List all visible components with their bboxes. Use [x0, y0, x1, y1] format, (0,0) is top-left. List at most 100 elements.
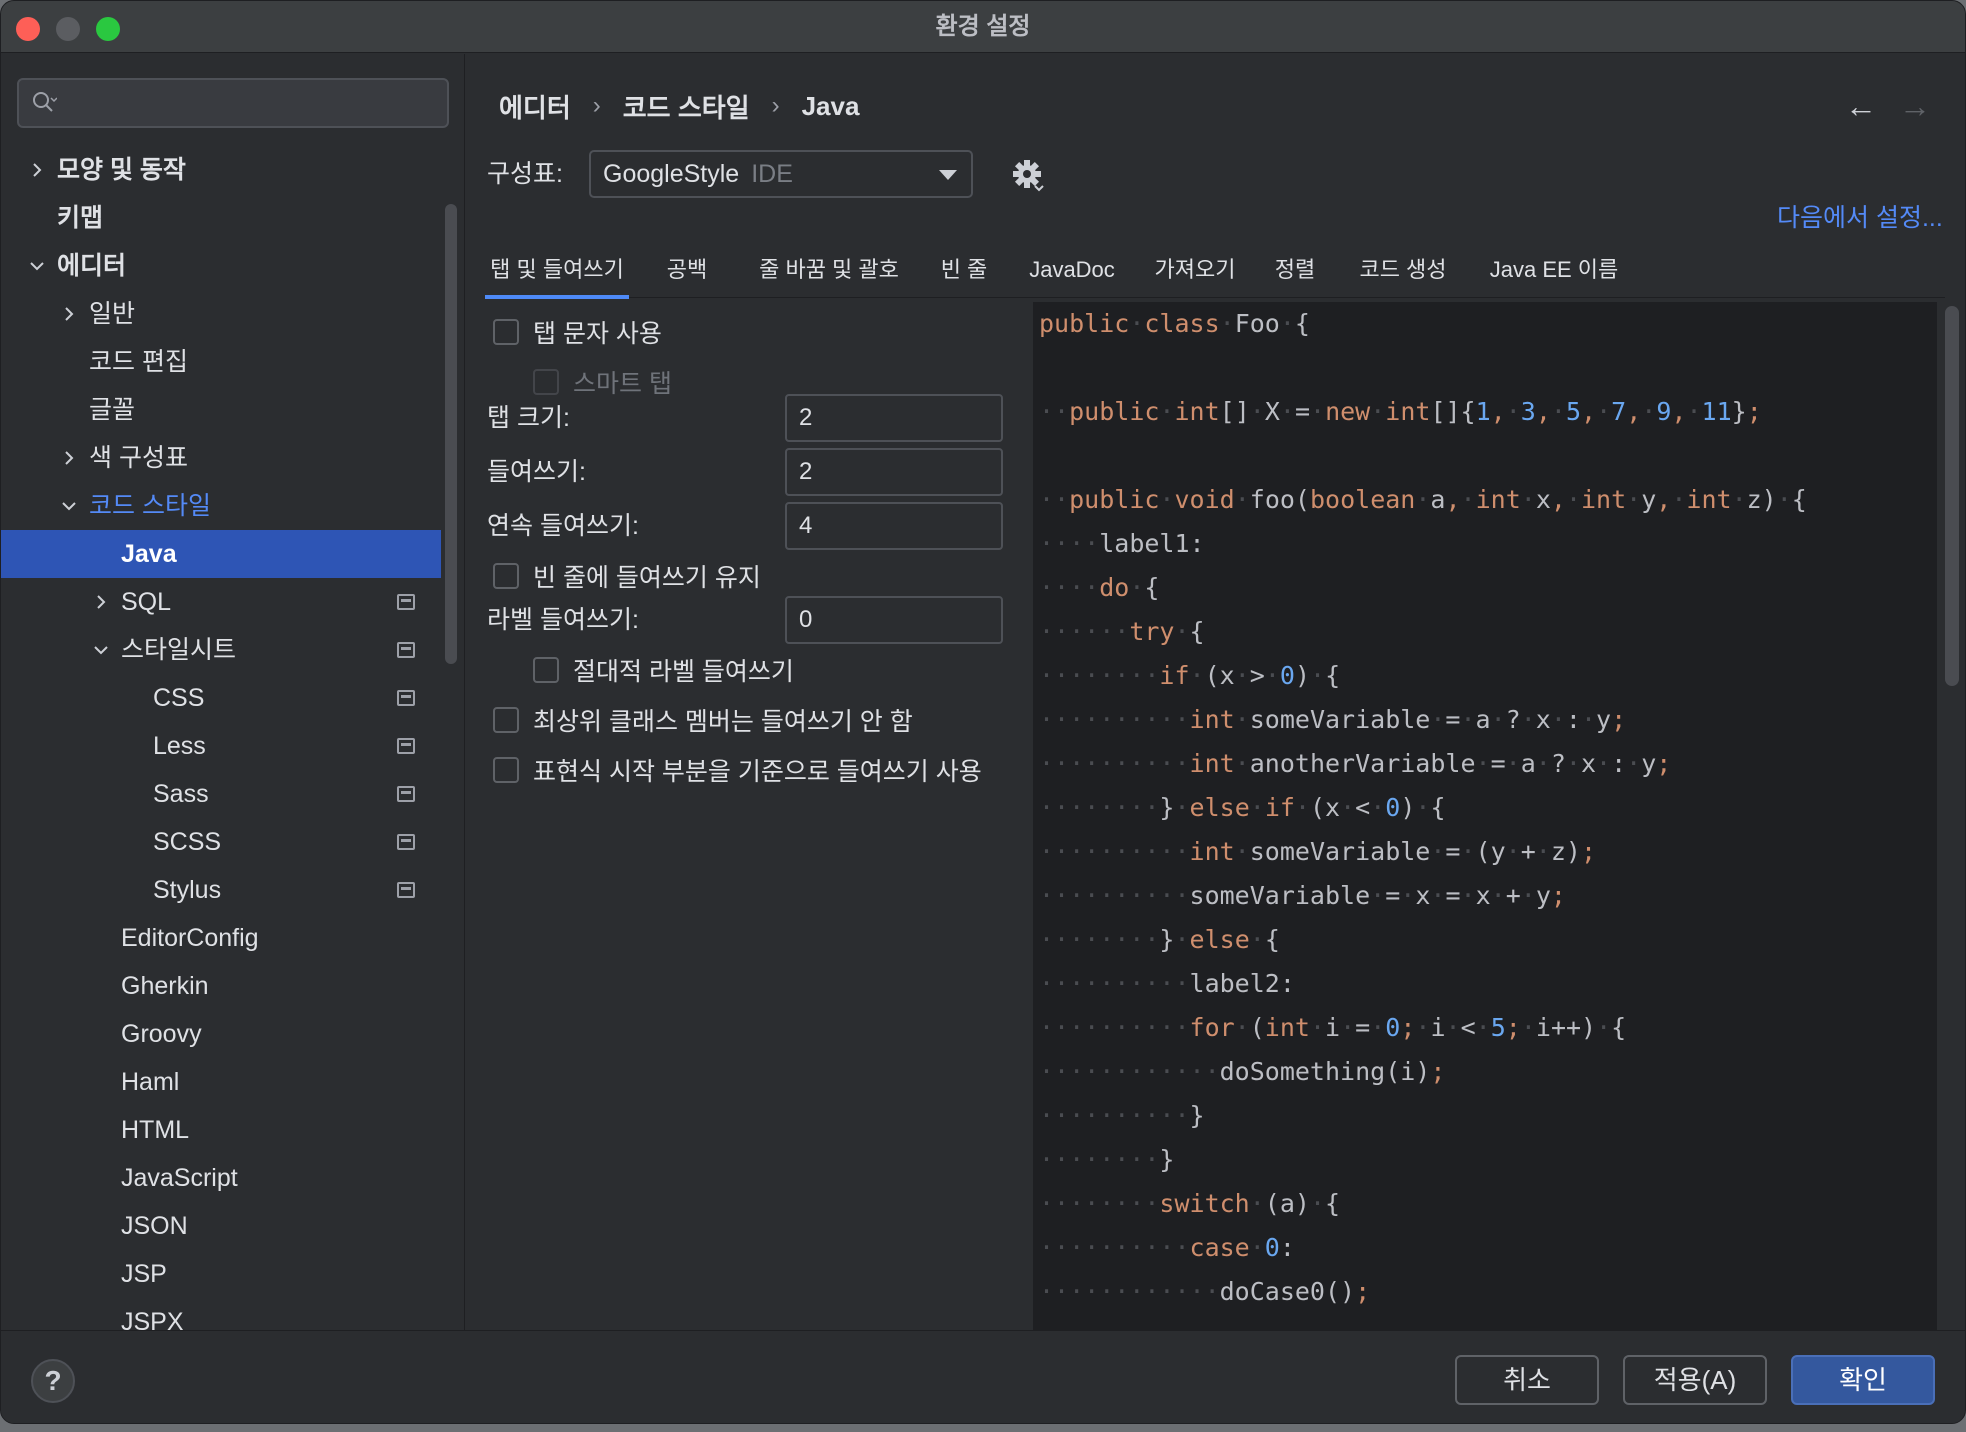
- chevron-right-icon[interactable]: [25, 146, 49, 194]
- sidebar-item-label: JavaScript: [121, 1164, 238, 1192]
- ok-button[interactable]: 확인: [1791, 1355, 1935, 1405]
- sidebar-item-5[interactable]: 글꼴: [1, 386, 441, 434]
- sidebar-item-13[interactable]: Sass: [1, 770, 441, 818]
- sidebar-item-12[interactable]: Less: [1, 722, 441, 770]
- sidebar-item-18[interactable]: Groovy: [1, 1010, 441, 1058]
- sidebar-item-22[interactable]: JSON: [1, 1202, 441, 1250]
- tab-size-input[interactable]: 2: [785, 394, 1003, 442]
- use-tab-checkbox[interactable]: 탭 문자 사용: [493, 314, 662, 350]
- apply-button[interactable]: 적용(A): [1623, 1355, 1767, 1405]
- sidebar-item-24[interactable]: JSPX: [1, 1298, 441, 1330]
- forward-arrow-icon[interactable]: →: [1895, 86, 1935, 126]
- sidebar-item-label: 코드 편집: [89, 348, 188, 376]
- code-line: ······try·{: [1039, 617, 1205, 646]
- checkbox-box: [533, 369, 559, 395]
- settings-search-input[interactable]: [17, 78, 449, 128]
- keep-indent-empty-label: 빈 줄에 들여쓰기 유지: [533, 564, 761, 592]
- continuation-indent-label: 연속 들여쓰기:: [487, 512, 639, 540]
- sidebar-item-19[interactable]: Haml: [1, 1058, 441, 1106]
- sidebar-item-6[interactable]: 색 구성표: [1, 434, 441, 482]
- label-indent-input[interactable]: 0: [785, 596, 1003, 644]
- chevron-right-icon[interactable]: [89, 578, 113, 626]
- indent-input[interactable]: 2: [785, 448, 1003, 496]
- tab-java-ee-names[interactable]: Java EE 이름: [1479, 238, 1629, 298]
- code-line: ··········for·(int·i·=·0;·i·<·5;·i++)·{: [1039, 1013, 1627, 1042]
- sidebar-item-0[interactable]: 모양 및 동작: [1, 146, 441, 194]
- sidebar-item-label: Sass: [153, 780, 209, 808]
- sidebar-item-10[interactable]: 스타일시트: [1, 626, 441, 674]
- breadcrumb: 에디터 › 코드 스타일 › Java: [499, 86, 859, 126]
- settings-tree: 모양 및 동작키맵 에디터일반코드 편집글꼴 색 구성표 코드 스타일 Java SQL 스…: [1, 146, 441, 1330]
- code-preview[interactable]: public·class·Foo·{··public·int[]·X·=·new…: [1033, 302, 1937, 1330]
- checkbox-box: [533, 657, 559, 683]
- absolute-label-indent-label: 절대적 라벨 들여쓰기: [573, 658, 794, 686]
- sidebar-item-20[interactable]: HTML: [1, 1106, 441, 1154]
- sidebar-item-14[interactable]: SCSS: [1, 818, 441, 866]
- gear-icon[interactable]: [1007, 154, 1047, 194]
- chevron-down-icon[interactable]: [89, 626, 113, 674]
- cancel-button[interactable]: 취소: [1455, 1355, 1599, 1405]
- sidebar-item-9[interactable]: SQL: [1, 578, 441, 626]
- project-scope-icon: [397, 690, 415, 706]
- tab-wrapping-braces[interactable]: 줄 바꿈 및 괄호: [747, 238, 911, 298]
- continuation-indent-input[interactable]: 4: [785, 502, 1003, 550]
- code-preview-scrollbar[interactable]: [1945, 306, 1959, 686]
- sidebar-item-8[interactable]: Java: [1, 530, 441, 578]
- sidebar-item-23[interactable]: JSP: [1, 1250, 441, 1298]
- dropdown-arrow-icon: [939, 170, 957, 180]
- chevron-right-icon[interactable]: [57, 290, 81, 338]
- sidebar-item-15[interactable]: Stylus: [1, 866, 441, 914]
- sidebar-item-4[interactable]: 코드 편집: [1, 338, 441, 386]
- sidebar-item-11[interactable]: CSS: [1, 674, 441, 722]
- sidebar-item-label: Gherkin: [121, 972, 209, 1000]
- code-line: ··········label2:: [1039, 969, 1295, 998]
- code-line: ··········int·someVariable·=·a·?·x·:·y;: [1039, 705, 1627, 734]
- help-button[interactable]: ?: [31, 1359, 75, 1403]
- sidebar-item-label: JSP: [121, 1260, 167, 1288]
- sidebar-item-21[interactable]: JavaScript: [1, 1154, 441, 1202]
- sidebar-item-label: SQL: [121, 588, 172, 616]
- code-line: ····label1:: [1039, 529, 1205, 558]
- tab-arrangement[interactable]: 정렬: [1263, 238, 1327, 298]
- chevron-right-icon: ›: [592, 92, 601, 119]
- sidebar-item-label: HTML: [121, 1116, 190, 1144]
- breadcrumb-editor[interactable]: 에디터: [499, 88, 571, 125]
- chevron-down-icon[interactable]: [57, 482, 81, 530]
- code-line: ············doCase0();: [1039, 1277, 1371, 1306]
- no-indent-top-level-label: 최상위 클래스 멤버는 들여쓰기 안 함: [533, 708, 913, 736]
- project-scope-icon: [397, 642, 415, 658]
- window-title: 환경 설정: [935, 13, 1031, 40]
- indent-from-expr-start-checkbox[interactable]: 표현식 시작 부분을 기준으로 들여쓰기 사용: [493, 752, 982, 788]
- chevron-down-icon[interactable]: [25, 242, 49, 290]
- chevron-right-icon[interactable]: [57, 434, 81, 482]
- absolute-label-indent-checkbox[interactable]: 절대적 라벨 들여쓰기: [533, 652, 794, 688]
- keep-indent-empty-checkbox[interactable]: 빈 줄에 들여쓰기 유지: [493, 558, 761, 594]
- sidebar-item-16[interactable]: EditorConfig: [1, 914, 441, 962]
- tab-imports[interactable]: 가져오기: [1145, 238, 1245, 298]
- tab-tabs-indents[interactable]: 탭 및 들여쓰기: [485, 238, 629, 299]
- breadcrumb-code-style[interactable]: 코드 스타일: [623, 88, 750, 125]
- project-scope-icon: [397, 594, 415, 610]
- sidebar-item-17[interactable]: Gherkin: [1, 962, 441, 1010]
- scheme-dropdown[interactable]: GoogleStyle IDE: [589, 150, 973, 198]
- preferences-window: 환경 설정 모양 및 동작 키맵 에디터 일반 코드 편집 글꼴 색 구성표 코드 스타일 Ja…: [0, 0, 1966, 1424]
- sidebar-item-label: 일반: [89, 300, 136, 328]
- sidebar-item-label: 모양 및 동작: [57, 156, 186, 184]
- code-line: public·class·Foo·{: [1039, 309, 1310, 338]
- sidebar-scrollbar[interactable]: [445, 204, 457, 664]
- sidebar-item-7[interactable]: 코드 스타일: [1, 482, 441, 530]
- project-scope-icon: [397, 786, 415, 802]
- sidebar-item-3[interactable]: 일반: [1, 290, 441, 338]
- sidebar-item-1[interactable]: 키맵: [1, 194, 441, 242]
- sidebar-item-2[interactable]: 에디터: [1, 242, 441, 290]
- tab-spaces[interactable]: 공백: [645, 238, 729, 298]
- set-from-link[interactable]: 다음에서 설정...: [1777, 198, 1943, 238]
- back-arrow-icon[interactable]: ←: [1841, 86, 1881, 126]
- no-indent-top-level-checkbox[interactable]: 최상위 클래스 멤버는 들여쓰기 안 함: [493, 702, 913, 738]
- sidebar-item-label: 스타일시트: [121, 636, 237, 664]
- tab-blank-lines[interactable]: 빈 줄: [929, 238, 999, 298]
- search-icon: [33, 92, 57, 112]
- label-indent-label: 라벨 들여쓰기:: [487, 606, 639, 634]
- tab-javadoc[interactable]: JavaDoc: [1017, 238, 1127, 298]
- tab-code-generation[interactable]: 코드 생성: [1345, 238, 1461, 298]
